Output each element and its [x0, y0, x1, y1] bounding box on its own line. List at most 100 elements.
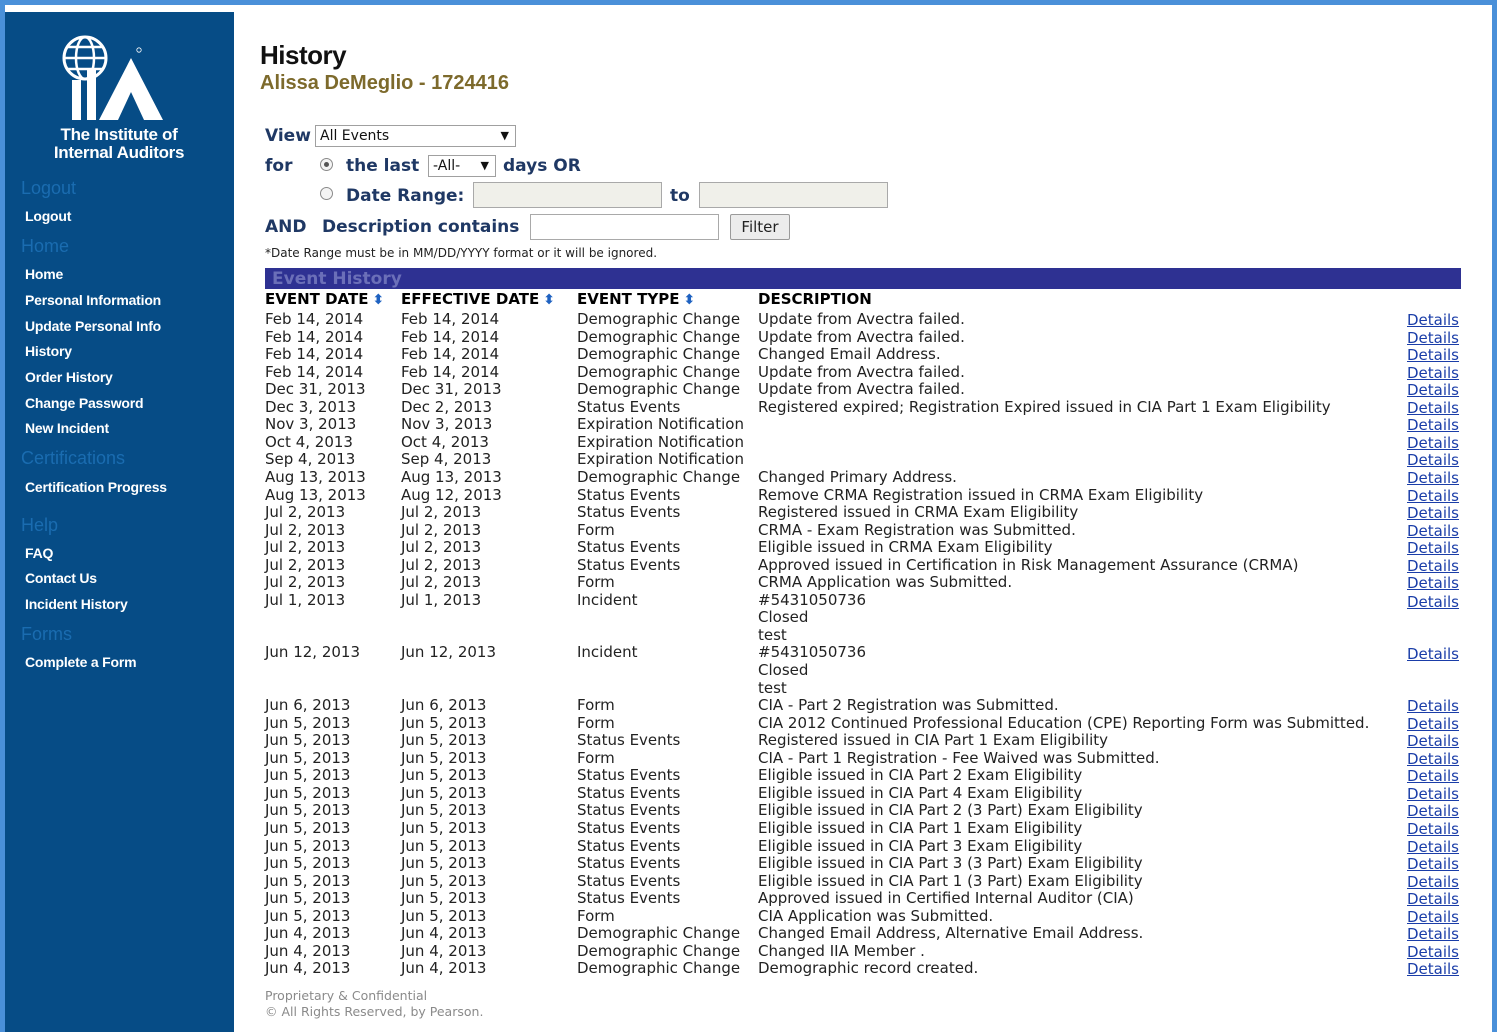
- description-cell: CIA - Part 2 Registration was Submitted.: [758, 696, 1059, 715]
- last-days-radio[interactable]: [320, 158, 333, 171]
- event-date-cell: Feb 14, 2014: [265, 327, 364, 346]
- event-type-cell: Status Events: [577, 397, 681, 416]
- nav-link-change-password[interactable]: Change Password: [25, 395, 144, 411]
- days-select[interactable]: -All- ▼: [428, 155, 496, 177]
- details-link[interactable]: Details: [1407, 487, 1459, 505]
- nav-link-personal-information[interactable]: Personal Information: [25, 292, 161, 308]
- nav-link-update-personal-info[interactable]: Update Personal Info: [25, 318, 161, 334]
- event-date-cell: Aug 13, 2013: [265, 485, 366, 504]
- description-cell: Changed Email Address, Alternative Email…: [758, 924, 1144, 943]
- details-link[interactable]: Details: [1407, 732, 1459, 750]
- event-date-cell: Dec 31, 2013: [265, 380, 366, 399]
- col-header-event-type[interactable]: EVENT TYPE ⬍: [577, 290, 695, 308]
- details-link[interactable]: Details: [1407, 504, 1459, 522]
- details-link[interactable]: Details: [1407, 943, 1459, 961]
- event-date-cell: Jun 5, 2013: [265, 871, 351, 890]
- date-from-input[interactable]: [473, 182, 662, 208]
- details-link[interactable]: Details: [1407, 802, 1459, 820]
- nav-link-logout[interactable]: Logout: [25, 208, 71, 224]
- details-link[interactable]: Details: [1407, 890, 1459, 908]
- details-link[interactable]: Details: [1407, 557, 1459, 575]
- event-date-cell: Jul 2, 2013: [265, 503, 346, 522]
- details-link[interactable]: Details: [1407, 715, 1459, 733]
- details-link[interactable]: Details: [1407, 469, 1459, 487]
- details-link[interactable]: Details: [1407, 346, 1459, 364]
- details-link[interactable]: Details: [1407, 364, 1459, 382]
- org-name-line2: Internal Auditors: [53, 143, 185, 162]
- details-link[interactable]: Details: [1407, 522, 1459, 540]
- details-link[interactable]: Details: [1407, 311, 1459, 329]
- description-cell: Closed: [758, 661, 809, 679]
- nav-link-order-history[interactable]: Order History: [25, 369, 113, 385]
- col-header-event-date-label: EVENT DATE: [265, 290, 369, 308]
- event-type-cell: Form: [577, 748, 615, 767]
- effective-date-cell: Jun 5, 2013: [401, 889, 487, 908]
- description-cell: Demographic record created.: [758, 959, 979, 978]
- view-select[interactable]: All Events ▼: [315, 125, 516, 147]
- details-link[interactable]: Details: [1407, 416, 1459, 434]
- details-link[interactable]: Details: [1407, 593, 1459, 611]
- description-input[interactable]: [530, 214, 719, 240]
- nav-link-history[interactable]: History: [25, 343, 72, 359]
- event-type-cell: Demographic Change: [577, 327, 741, 346]
- date-range-radio[interactable]: [320, 187, 333, 200]
- nav-link-new-incident[interactable]: New Incident: [25, 420, 109, 436]
- event-date-cell: Jun 5, 2013: [265, 766, 351, 785]
- details-link[interactable]: Details: [1407, 820, 1459, 838]
- details-link[interactable]: Details: [1407, 539, 1459, 557]
- col-header-effective-date[interactable]: EFFECTIVE DATE ⬍: [401, 290, 555, 308]
- effective-date-cell: Jun 5, 2013: [401, 766, 487, 785]
- event-date-cell: Jun 5, 2013: [265, 818, 351, 837]
- event-type-cell: Demographic Change: [577, 362, 741, 381]
- details-link[interactable]: Details: [1407, 697, 1459, 715]
- description-cell: Eligible issued in CRMA Exam Eligibility: [758, 538, 1053, 557]
- member-name: Alissa DeMeglio - 1724416: [260, 72, 510, 94]
- details-link[interactable]: Details: [1407, 960, 1459, 978]
- description-cell: Approved issued in Certification in Risk…: [758, 555, 1299, 574]
- description-cell: Changed Primary Address.: [758, 467, 957, 486]
- event-date-cell: Jun 5, 2013: [265, 748, 351, 767]
- event-history-band: Event History: [265, 268, 1461, 289]
- details-link[interactable]: Details: [1407, 925, 1459, 943]
- details-link[interactable]: Details: [1407, 399, 1459, 417]
- sort-icon[interactable]: ⬍: [543, 292, 555, 308]
- nav-link-home[interactable]: Home: [25, 266, 63, 282]
- details-link[interactable]: Details: [1407, 750, 1459, 768]
- details-link[interactable]: Details: [1407, 574, 1459, 592]
- sort-icon[interactable]: ⬍: [683, 292, 695, 308]
- event-date-cell: Jun 4, 2013: [265, 941, 351, 960]
- event-type-cell: Expiration Notification: [577, 432, 744, 451]
- effective-date-cell: Jun 5, 2013: [401, 818, 487, 837]
- col-header-event-date[interactable]: EVENT DATE ⬍: [265, 290, 384, 308]
- details-link[interactable]: Details: [1407, 785, 1459, 803]
- nav-link-faq[interactable]: FAQ: [25, 545, 53, 561]
- effective-date-cell: Feb 14, 2014: [401, 345, 500, 364]
- event-date-cell: Jul 2, 2013: [265, 555, 346, 574]
- nav-link-certification-progress[interactable]: Certification Progress: [25, 479, 167, 495]
- nav-link-contact-us[interactable]: Contact Us: [25, 570, 97, 586]
- details-link[interactable]: Details: [1407, 873, 1459, 891]
- details-link[interactable]: Details: [1407, 381, 1459, 399]
- filter-button[interactable]: Filter: [730, 214, 790, 240]
- details-link[interactable]: Details: [1407, 908, 1459, 926]
- event-date-cell: Jun 4, 2013: [265, 924, 351, 943]
- details-link[interactable]: Details: [1407, 329, 1459, 347]
- details-link[interactable]: Details: [1407, 645, 1459, 663]
- details-link[interactable]: Details: [1407, 855, 1459, 873]
- details-link[interactable]: Details: [1407, 838, 1459, 856]
- description-cell: Closed: [758, 608, 809, 627]
- description-cell: Changed Email Address.: [758, 345, 941, 364]
- description-cell: CIA 2012 Continued Professional Educatio…: [758, 713, 1370, 732]
- date-to-input[interactable]: [699, 182, 888, 208]
- details-link[interactable]: Details: [1407, 767, 1459, 785]
- sort-icon[interactable]: ⬍: [372, 292, 384, 308]
- details-link[interactable]: Details: [1407, 451, 1459, 469]
- details-link[interactable]: Details: [1407, 434, 1459, 452]
- days-select-value: -All-: [433, 158, 461, 174]
- event-type-cell: Status Events: [577, 503, 681, 522]
- nav-link-incident-history[interactable]: Incident History: [25, 596, 128, 612]
- nav-link-complete-a-form[interactable]: Complete a Form: [25, 654, 137, 670]
- description-cell: Eligible issued in CIA Part 2 (3 Part) E…: [758, 801, 1143, 820]
- event-type-cell: Status Events: [577, 538, 681, 557]
- effective-date-cell: Jul 2, 2013: [401, 503, 482, 522]
